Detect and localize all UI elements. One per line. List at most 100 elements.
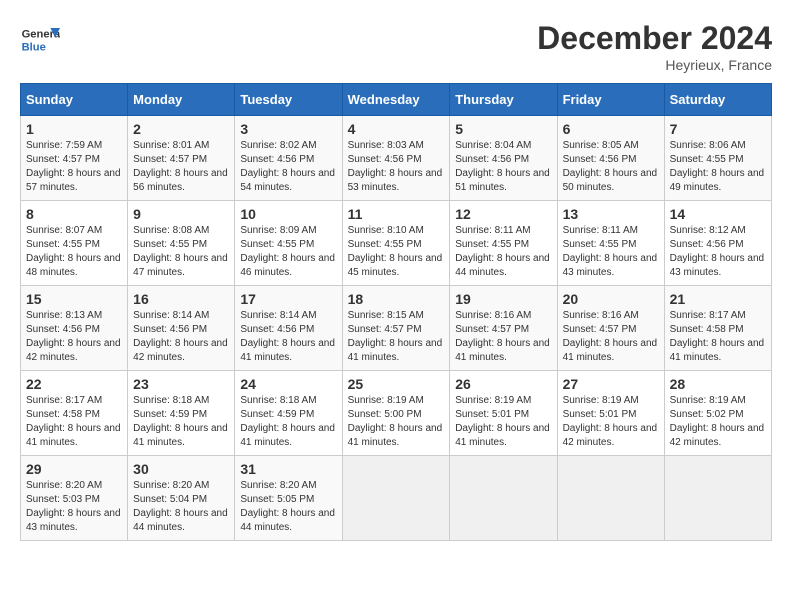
day-number: 6: [563, 121, 659, 137]
day-number: 10: [240, 206, 336, 222]
day-info: Sunrise: 8:20 AM Sunset: 5:04 PM Dayligh…: [133, 479, 229, 535]
day-info: Sunrise: 8:10 AM Sunset: 4:55 PM Dayligh…: [348, 224, 445, 280]
col-sunday: Sunday: [21, 84, 128, 116]
calendar-week-row: 8 Sunrise: 8:07 AM Sunset: 4:55 PM Daylig…: [21, 201, 772, 286]
day-info: Sunrise: 8:11 AM Sunset: 4:55 PM Dayligh…: [563, 224, 659, 280]
day-info: Sunrise: 8:07 AM Sunset: 4:55 PM Dayligh…: [26, 224, 122, 280]
day-number: 18: [348, 291, 445, 307]
day-info: Sunrise: 8:16 AM Sunset: 4:57 PM Dayligh…: [563, 309, 659, 365]
day-info: Sunrise: 8:02 AM Sunset: 4:56 PM Dayligh…: [240, 139, 336, 195]
table-row: 29 Sunrise: 8:20 AM Sunset: 5:03 PM Dayli…: [21, 456, 128, 541]
logo-icon: General Blue: [20, 20, 60, 60]
day-number: 15: [26, 291, 122, 307]
day-number: 20: [563, 291, 659, 307]
table-row: 5Sunrise: 8:04 AM Sunset: 4:56 PM Daylig…: [450, 116, 557, 201]
day-number: 25: [348, 376, 445, 392]
day-info: Sunrise: 8:20 AM Sunset: 5:03 PM Dayligh…: [26, 479, 122, 535]
day-info: Sunrise: 8:17 AM Sunset: 4:58 PM Dayligh…: [26, 394, 122, 450]
table-row: 22 Sunrise: 8:17 AM Sunset: 4:58 PM Dayli…: [21, 371, 128, 456]
table-row: 7 Sunrise: 8:06 AM Sunset: 4:55 PM Daylig…: [664, 116, 771, 201]
table-row: 6 Sunrise: 8:05 AM Sunset: 4:56 PM Daylig…: [557, 116, 664, 201]
calendar-week-row: 22 Sunrise: 8:17 AM Sunset: 4:58 PM Dayli…: [21, 371, 772, 456]
day-info: Sunrise: 8:03 AM Sunset: 4:56 PM Dayligh…: [348, 139, 445, 195]
table-row: 8 Sunrise: 8:07 AM Sunset: 4:55 PM Daylig…: [21, 201, 128, 286]
day-info: Sunrise: 8:01 AM Sunset: 4:57 PM Dayligh…: [133, 139, 229, 195]
day-info: Sunrise: 8:19 AM Sunset: 5:00 PM Dayligh…: [348, 394, 445, 450]
table-row: 10Sunrise: 8:09 AM Sunset: 4:55 PM Dayli…: [235, 201, 342, 286]
day-number: 11: [348, 206, 445, 222]
table-row: 31Sunrise: 8:20 AM Sunset: 5:05 PM Dayli…: [235, 456, 342, 541]
day-number: 22: [26, 376, 122, 392]
table-row: 19Sunrise: 8:16 AM Sunset: 4:57 PM Dayli…: [450, 286, 557, 371]
col-thursday: Thursday: [450, 84, 557, 116]
day-number: 17: [240, 291, 336, 307]
calendar-week-row: 29 Sunrise: 8:20 AM Sunset: 5:03 PM Dayli…: [21, 456, 772, 541]
location: Heyrieux, France: [537, 57, 772, 73]
day-number: 2: [133, 121, 229, 137]
day-info: Sunrise: 8:17 AM Sunset: 4:58 PM Dayligh…: [670, 309, 766, 365]
day-number: 16: [133, 291, 229, 307]
table-row: 26Sunrise: 8:19 AM Sunset: 5:01 PM Dayli…: [450, 371, 557, 456]
day-number: 3: [240, 121, 336, 137]
day-number: 9: [133, 206, 229, 222]
day-info: Sunrise: 8:19 AM Sunset: 5:02 PM Dayligh…: [670, 394, 766, 450]
day-number: 27: [563, 376, 659, 392]
day-info: Sunrise: 8:11 AM Sunset: 4:55 PM Dayligh…: [455, 224, 551, 280]
day-info: Sunrise: 8:15 AM Sunset: 4:57 PM Dayligh…: [348, 309, 445, 365]
day-number: 7: [670, 121, 766, 137]
page-header: General Blue December 2024 Heyrieux, Fra…: [20, 20, 772, 73]
month-title: December 2024: [537, 20, 772, 57]
col-saturday: Saturday: [664, 84, 771, 116]
table-row: 30 Sunrise: 8:20 AM Sunset: 5:04 PM Dayli…: [128, 456, 235, 541]
day-number: 1: [26, 121, 122, 137]
day-number: 28: [670, 376, 766, 392]
day-info: Sunrise: 8:18 AM Sunset: 4:59 PM Dayligh…: [133, 394, 229, 450]
table-row: 11 Sunrise: 8:10 AM Sunset: 4:55 PM Dayli…: [342, 201, 450, 286]
day-number: 14: [670, 206, 766, 222]
day-number: 13: [563, 206, 659, 222]
table-row: 24 Sunrise: 8:18 AM Sunset: 4:59 PM Dayli…: [235, 371, 342, 456]
day-info: Sunrise: 8:18 AM Sunset: 4:59 PM Dayligh…: [240, 394, 336, 450]
calendar-week-row: 15 Sunrise: 8:13 AM Sunset: 4:56 PM Dayli…: [21, 286, 772, 371]
table-row: 16 Sunrise: 8:14 AM Sunset: 4:56 PM Dayli…: [128, 286, 235, 371]
table-row: 23 Sunrise: 8:18 AM Sunset: 4:59 PM Dayli…: [128, 371, 235, 456]
day-number: 8: [26, 206, 122, 222]
table-row: 12 Sunrise: 8:11 AM Sunset: 4:55 PM Dayli…: [450, 201, 557, 286]
day-number: 19: [455, 291, 551, 307]
table-row: 2 Sunrise: 8:01 AM Sunset: 4:57 PM Daylig…: [128, 116, 235, 201]
col-friday: Friday: [557, 84, 664, 116]
day-info: Sunrise: 8:20 AM Sunset: 5:05 PM Dayligh…: [240, 479, 336, 535]
table-row: 13 Sunrise: 8:11 AM Sunset: 4:55 PM Dayli…: [557, 201, 664, 286]
day-number: 24: [240, 376, 336, 392]
table-row: 25 Sunrise: 8:19 AM Sunset: 5:00 PM Dayli…: [342, 371, 450, 456]
day-number: 30: [133, 461, 229, 477]
day-info: Sunrise: 8:05 AM Sunset: 4:56 PM Dayligh…: [563, 139, 659, 195]
day-number: 21: [670, 291, 766, 307]
day-info: Sunrise: 8:13 AM Sunset: 4:56 PM Dayligh…: [26, 309, 122, 365]
day-number: 23: [133, 376, 229, 392]
table-row: [342, 456, 450, 541]
calendar-header-row: Sunday Monday Tuesday Wednesday Thursday…: [21, 84, 772, 116]
day-info: Sunrise: 8:19 AM Sunset: 5:01 PM Dayligh…: [455, 394, 551, 450]
day-number: 12: [455, 206, 551, 222]
day-info: Sunrise: 8:06 AM Sunset: 4:55 PM Dayligh…: [670, 139, 766, 195]
col-monday: Monday: [128, 84, 235, 116]
day-info: Sunrise: 8:19 AM Sunset: 5:01 PM Dayligh…: [563, 394, 659, 450]
table-row: 14 Sunrise: 8:12 AM Sunset: 4:56 PM Dayli…: [664, 201, 771, 286]
day-info: Sunrise: 8:14 AM Sunset: 4:56 PM Dayligh…: [133, 309, 229, 365]
svg-text:Blue: Blue: [22, 41, 46, 53]
day-info: Sunrise: 8:12 AM Sunset: 4:56 PM Dayligh…: [670, 224, 766, 280]
day-info: Sunrise: 8:08 AM Sunset: 4:55 PM Dayligh…: [133, 224, 229, 280]
day-number: 29: [26, 461, 122, 477]
title-area: December 2024 Heyrieux, France: [537, 20, 772, 73]
calendar-table: Sunday Monday Tuesday Wednesday Thursday…: [20, 83, 772, 541]
table-row: [557, 456, 664, 541]
day-number: 4: [348, 121, 445, 137]
col-wednesday: Wednesday: [342, 84, 450, 116]
table-row: 15 Sunrise: 8:13 AM Sunset: 4:56 PM Dayli…: [21, 286, 128, 371]
calendar-week-row: 1 Sunrise: 7:59 AM Sunset: 4:57 PM Daylig…: [21, 116, 772, 201]
day-info: Sunrise: 7:59 AM Sunset: 4:57 PM Dayligh…: [26, 139, 122, 195]
table-row: 3 Sunrise: 8:02 AM Sunset: 4:56 PM Daylig…: [235, 116, 342, 201]
table-row: 18 Sunrise: 8:15 AM Sunset: 4:57 PM Dayli…: [342, 286, 450, 371]
day-info: Sunrise: 8:04 AM Sunset: 4:56 PM Dayligh…: [455, 139, 551, 195]
